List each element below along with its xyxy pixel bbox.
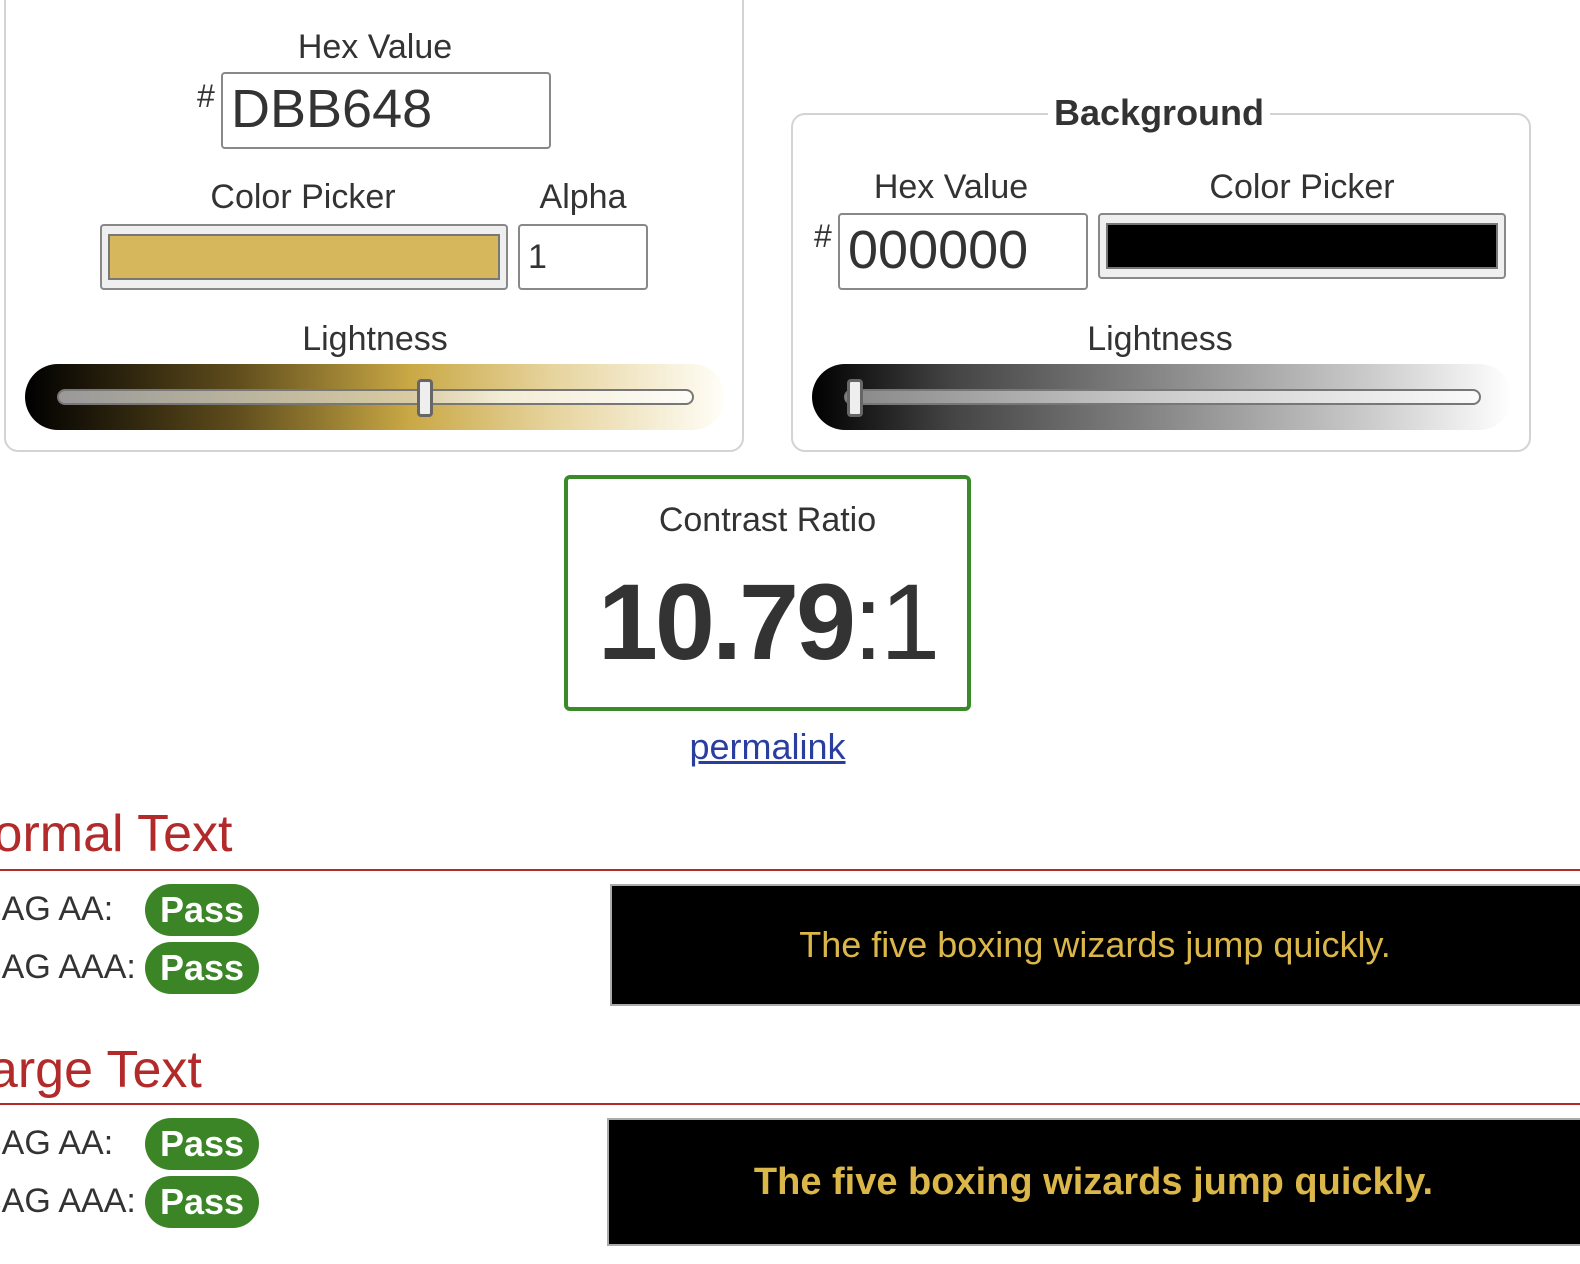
fg-hash: # xyxy=(197,78,215,114)
normal-aaa-label: WCAG AAA: xyxy=(0,948,136,986)
large-aa-badge: Pass xyxy=(145,1118,259,1170)
bg-color-picker[interactable] xyxy=(1098,213,1506,279)
contrast-ratio-value: 10.79:1 xyxy=(568,567,967,677)
fg-alpha-input[interactable]: 1 xyxy=(518,224,648,290)
fg-hex-input[interactable]: DBB648 xyxy=(221,72,551,149)
normal-sample-text: The five boxing wizards jump quickly. xyxy=(799,924,1391,965)
bg-hex-label: Hex Value xyxy=(873,168,1029,206)
normal-aa-badge: Pass xyxy=(145,884,259,936)
large-text-divider xyxy=(0,1103,1580,1105)
normal-aaa-badge: Pass xyxy=(145,942,259,994)
fg-picker-label: Color Picker xyxy=(210,178,396,216)
large-sample-text: The five boxing wizards jump quickly. xyxy=(753,1160,1434,1203)
large-aa-label: WCAG AA: xyxy=(0,1124,114,1162)
fg-alpha-label: Alpha xyxy=(539,178,627,216)
bg-slider-track[interactable] xyxy=(844,389,1481,405)
normal-text-sample: The five boxing wizards jump quickly. xyxy=(610,884,1580,1006)
fg-hex-label: Hex Value xyxy=(297,28,453,66)
fg-slider-track[interactable] xyxy=(57,389,694,405)
large-aaa-label: WCAG AAA: xyxy=(0,1182,136,1220)
ratio-suffix: :1 xyxy=(853,561,940,682)
bg-lightness-label: Lightness xyxy=(1087,320,1233,358)
bg-slider-thumb[interactable] xyxy=(847,379,863,417)
bg-hex-input[interactable]: 000000 xyxy=(838,213,1088,290)
permalink-link[interactable]: permalink xyxy=(564,726,971,768)
normal-aa-label: WCAG AA: xyxy=(0,890,114,928)
background-legend: Background xyxy=(1048,92,1271,134)
large-aaa-badge: Pass xyxy=(145,1176,259,1228)
fg-slider-thumb[interactable] xyxy=(417,379,434,417)
ratio-number: 10.79 xyxy=(597,561,856,682)
contrast-ratio-label: Contrast Ratio xyxy=(658,501,877,539)
contrast-ratio-box: Contrast Ratio 10.79:1 xyxy=(564,475,971,711)
normal-text-divider xyxy=(0,869,1580,871)
fg-lightness-label: Lightness xyxy=(302,320,448,358)
large-text-sample: The five boxing wizards jump quickly. xyxy=(607,1118,1580,1246)
fg-color-picker[interactable] xyxy=(100,224,508,290)
bg-hash: # xyxy=(814,218,832,254)
normal-text-heading: Normal Text xyxy=(0,805,233,863)
large-text-heading: Large Text xyxy=(0,1041,202,1099)
bg-picker-label: Color Picker xyxy=(1209,168,1395,206)
